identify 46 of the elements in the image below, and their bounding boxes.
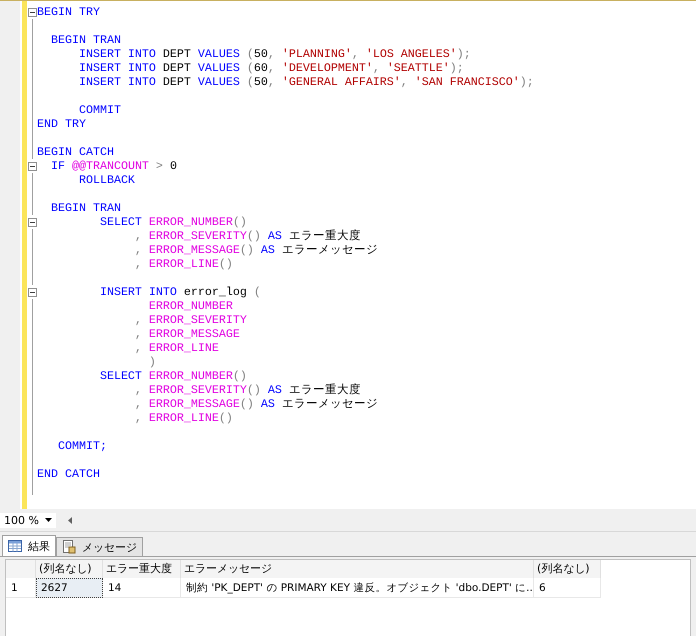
collapse-icon[interactable] [28,8,36,16]
code-line: , ERROR_SEVERITY [134,313,247,327]
code-line: COMMIT [78,103,121,117]
code-line: IF @@TRANCOUNT > 0 [50,159,177,173]
code-line: , ERROR_LINE() [134,411,233,425]
code-line: INSERT INTO DEPT VALUES (50, 'PLANNING', 'LOS ANGELES'); [78,47,471,61]
tab[interactable]: メッセージ [56,537,143,556]
zoom-dropdown[interactable]: 100 % [0,512,56,528]
collapse-icon[interactable] [28,218,36,226]
code-line: , ERROR_LINE() [134,257,233,271]
collapse-icon[interactable] [28,288,36,296]
code-line: BEGIN CATCH [37,145,114,159]
grid-icon [8,540,22,552]
code-line: ROLLBACK [78,173,135,187]
code-line: , ERROR_MESSAGE() AS エラーメッセージ [134,243,378,257]
code-line: , ERROR_LINE [134,341,219,355]
column-header[interactable]: (列名なし) [36,560,103,578]
code-line: BEGIN TRAN [50,201,121,215]
table-cell[interactable]: 制約 'PK_DEPT' の PRIMARY KEY 違反。オブジェクト 'dbo.DEPT' に... [181,578,534,598]
table-cell[interactable]: 2627 [36,578,103,598]
column-header[interactable]: (列名なし) [534,560,601,578]
document-icon [62,540,76,554]
code-line: ) [148,355,156,369]
code-line: INSERT INTO DEPT VALUES (50, 'GENERAL AFFAIRS', 'SAN FRANCISCO'); [78,75,534,89]
code-line: , ERROR_SEVERITY() AS エラー重大度 [134,383,361,397]
code-line: SELECT ERROR_NUMBER() [98,369,247,383]
caret-icon [45,518,52,522]
code-line: , ERROR_MESSAGE() AS エラーメッセージ [134,397,378,411]
code-line: INSERT INTO error_log ( [98,285,261,299]
table-cell[interactable]: 14 [103,578,181,598]
code-line: BEGIN TRAN [50,33,121,47]
column-header[interactable]: エラーメッセージ [181,560,534,578]
code-line: SELECT ERROR_NUMBER() [98,215,247,229]
collapse-icon[interactable] [28,162,36,170]
tab[interactable]: 結果 [2,535,56,556]
code-line: COMMIT; [56,439,107,453]
code-line: END TRY [37,117,86,131]
scroll-left-icon[interactable] [68,516,72,524]
table-cell[interactable]: 6 [534,578,601,598]
code-line: END CATCH [37,467,100,481]
code-line: INSERT INTO DEPT VALUES (60, 'DEVELOPMENT', 'SEATTLE'); [78,61,464,75]
column-header[interactable]: エラー重大度 [103,560,181,578]
code-line: , ERROR_MESSAGE [134,327,240,341]
code-line: ERROR_NUMBER [148,299,233,313]
code-line: , ERROR_SEVERITY() AS エラー重大度 [134,229,361,243]
code-line: BEGIN TRY [37,5,100,19]
